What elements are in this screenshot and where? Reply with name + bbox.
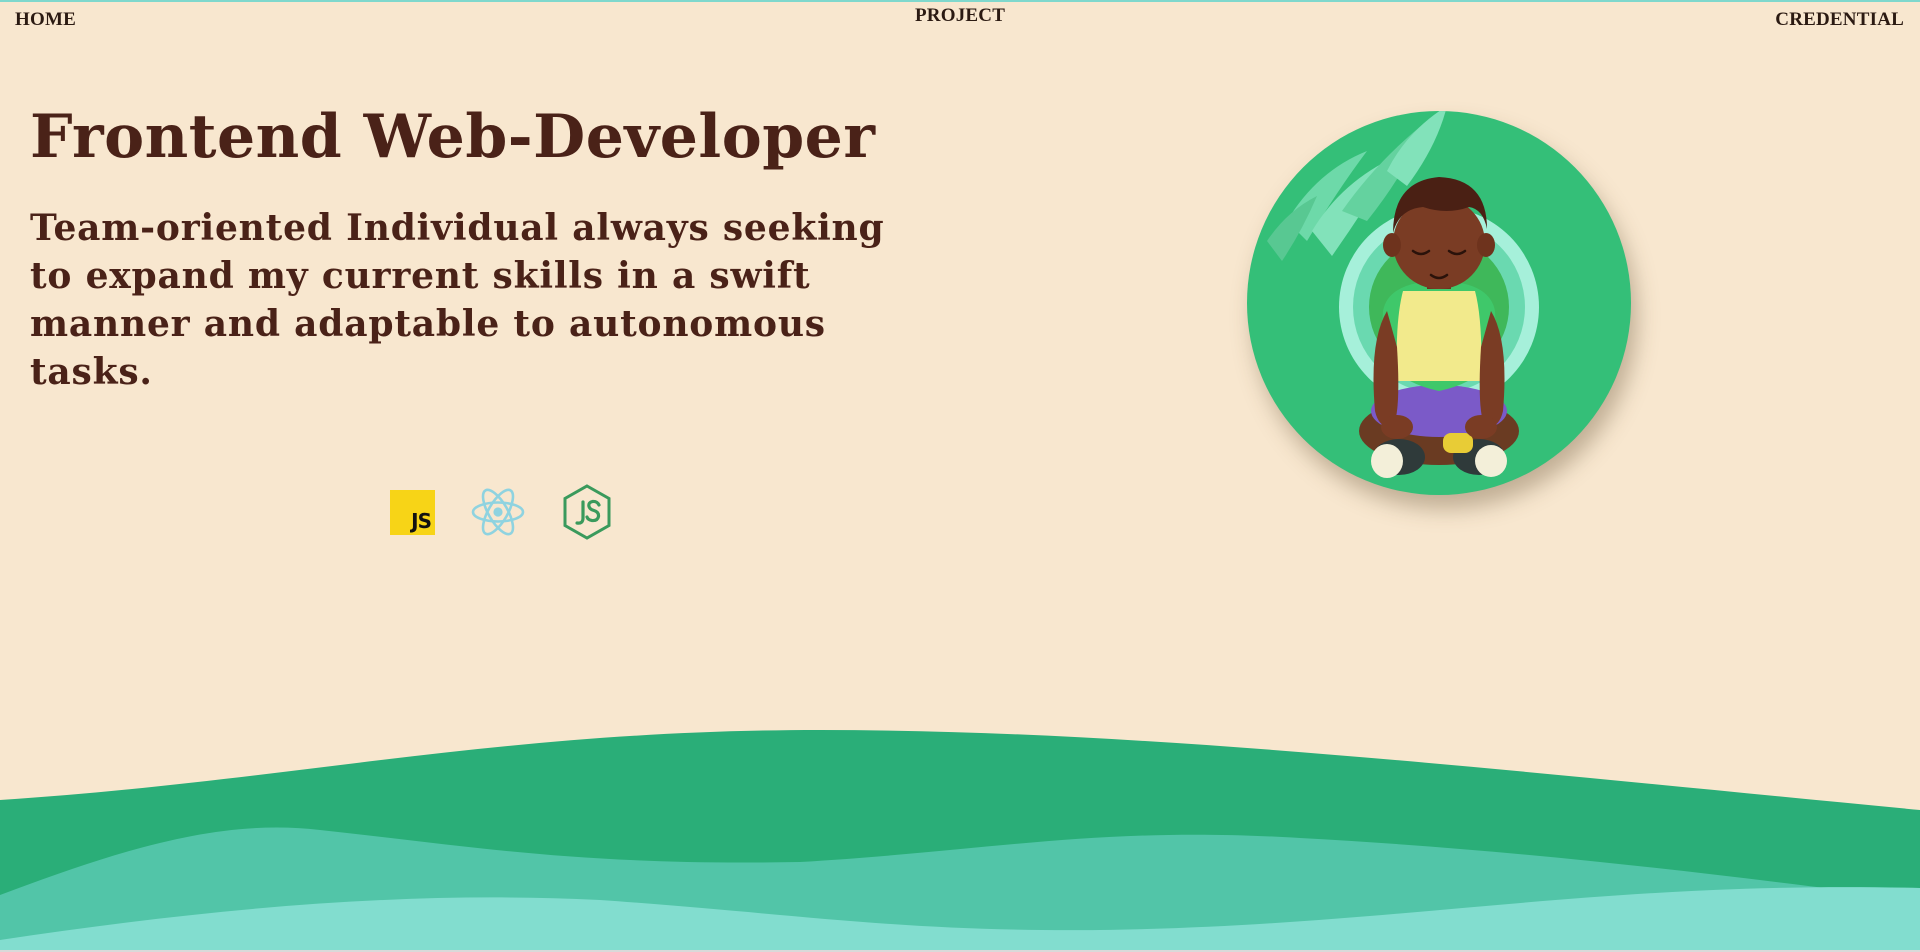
nav-credential-link[interactable]: CREDENTIAL [1775, 9, 1904, 31]
decorative-waves [0, 730, 1920, 952]
hero-tagline: Team-oriented Individual always seeking … [30, 207, 885, 393]
top-border [0, 0, 1920, 2]
javascript-icon: JS [390, 490, 435, 535]
react-icon [470, 484, 526, 540]
nav-project-link[interactable]: PROJECT [915, 5, 1005, 27]
nodejs-icon [562, 484, 612, 540]
nav-home-link[interactable]: HOME [15, 9, 76, 31]
meditating-person-avatar [1267, 111, 1539, 478]
javascript-icon-label: JS [411, 509, 432, 533]
profile-avatar [1247, 111, 1631, 495]
hero-title: Frontend Web-Developer [30, 102, 876, 172]
